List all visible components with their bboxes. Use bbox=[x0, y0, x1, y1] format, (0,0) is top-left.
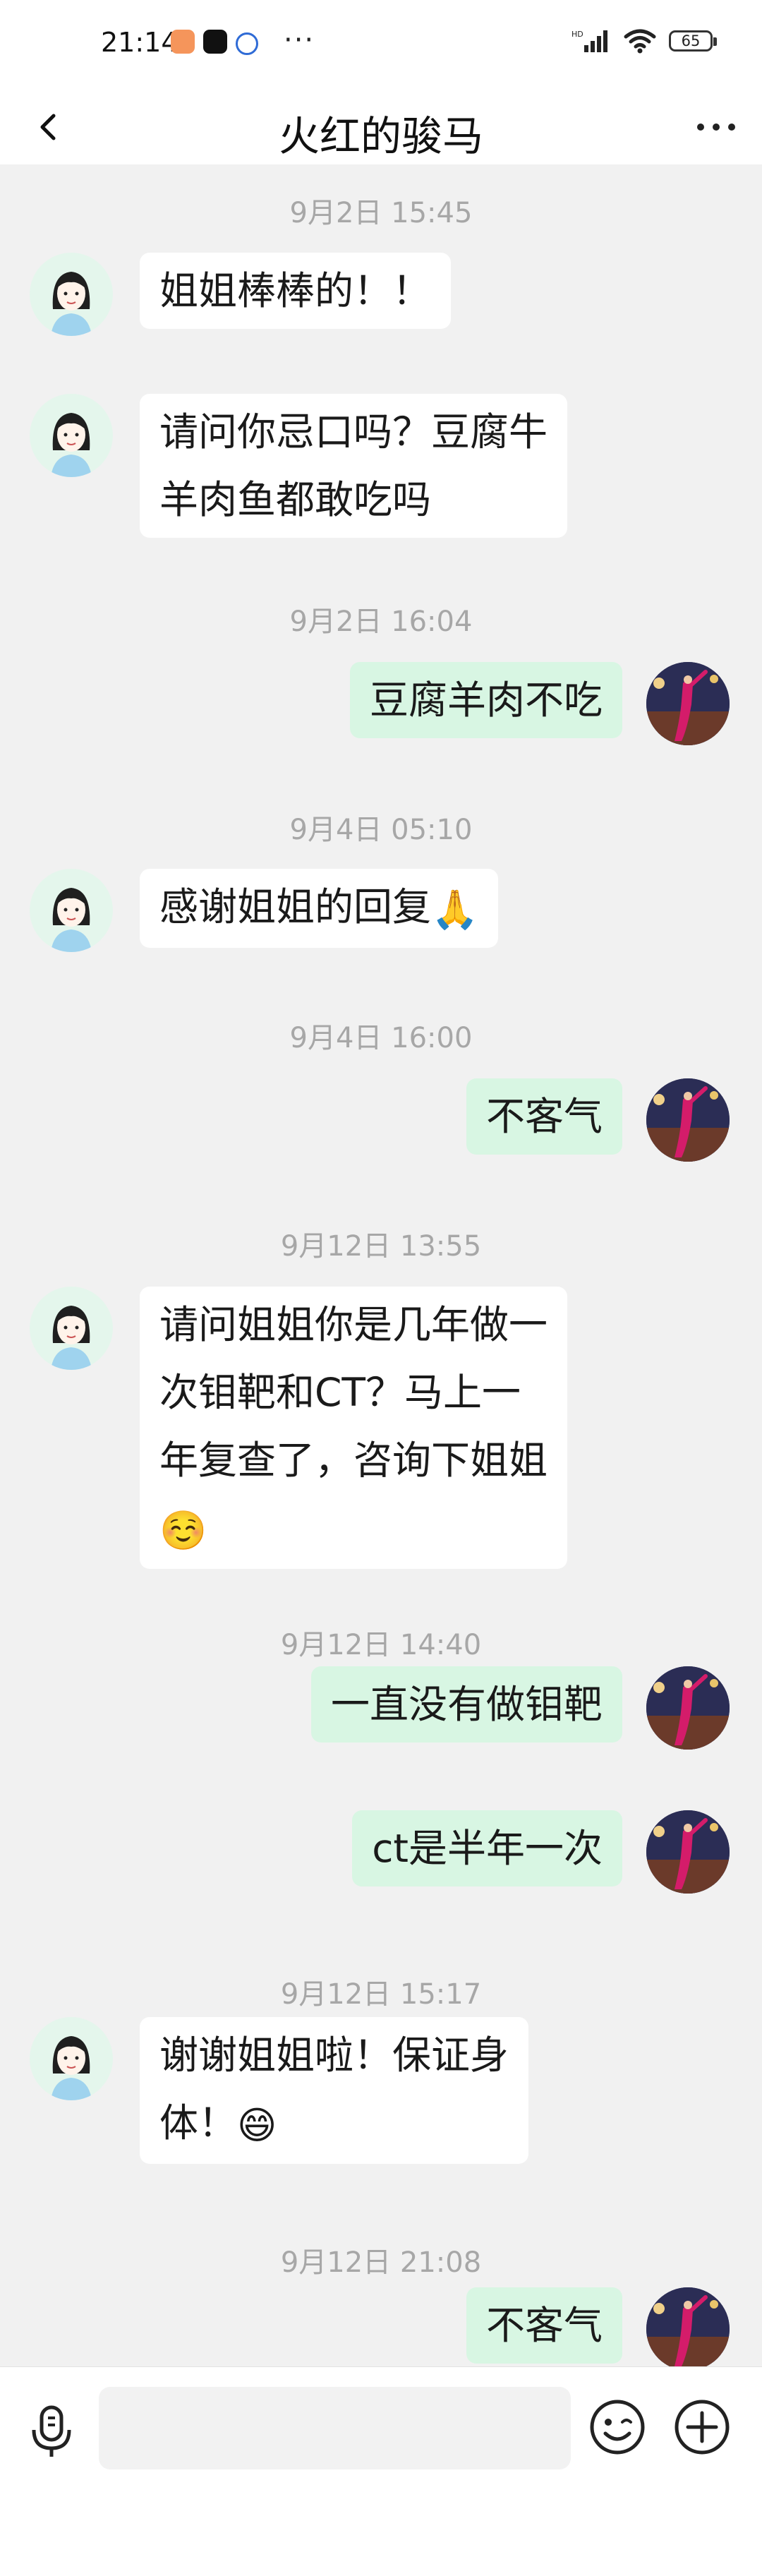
message-text-line: ct是半年一次 bbox=[372, 1826, 603, 1871]
incoming-message-bubble[interactable]: 请问姐姐你是几年做一 次钼靶和CT？马上一 年复查了，咨询下姐姐 ☺️ bbox=[140, 1287, 568, 1569]
plus-button[interactable] bbox=[670, 2395, 734, 2459]
incoming-message-bubble[interactable]: 谢谢姐姐啦！保证身体！ 😄 bbox=[140, 2017, 529, 2164]
notification-icon bbox=[236, 32, 258, 55]
message-text-line: 感谢姐姐的回复🙏 bbox=[159, 873, 478, 944]
status-indicators: HD 65 bbox=[572, 28, 717, 54]
more-notifications-icon: ··· bbox=[284, 24, 315, 56]
user-avatar[interactable] bbox=[646, 1810, 730, 1894]
message-text-line: 一直没有做钼靶 bbox=[330, 1682, 603, 1727]
emoji-button[interactable] bbox=[586, 2395, 649, 2459]
user-avatar[interactable] bbox=[646, 1666, 730, 1750]
status-time: 21:14 bbox=[101, 27, 179, 58]
timestamp: 9月4日 16:00 bbox=[289, 1022, 473, 1054]
contact-avatar[interactable] bbox=[30, 253, 113, 336]
message-text-line: 谢谢姐姐啦！保证身 bbox=[159, 2033, 509, 2078]
timestamp: 9月2日 15:45 bbox=[289, 197, 473, 229]
bottom-safe-area bbox=[0, 2490, 762, 2576]
notification-app-icon bbox=[171, 30, 195, 54]
tiktok-icon bbox=[203, 30, 227, 54]
message-text-line: 豆腐羊肉不吃 bbox=[369, 678, 603, 723]
timestamp: 9月12日 14:40 bbox=[280, 1629, 482, 1661]
timestamp: 9月12日 15:17 bbox=[280, 1978, 482, 2011]
timestamp: 9月4日 05:10 bbox=[289, 814, 473, 846]
message-text-line: 体！ 😄 bbox=[159, 2089, 509, 2160]
user-avatar[interactable] bbox=[646, 662, 730, 745]
message-text-line: 不客气 bbox=[485, 2303, 603, 2348]
user-avatar[interactable] bbox=[646, 2287, 730, 2366]
voice-input-button[interactable] bbox=[20, 2399, 83, 2462]
user-avatar[interactable] bbox=[646, 1078, 730, 1162]
message-text-line: 羊肉鱼都敢吃吗 bbox=[159, 477, 432, 522]
chat-message-list[interactable]: 9月2日 15:45 姐姐棒棒的！！ 请问你忌口吗？豆腐牛 羊肉鱼都敢吃吗 9月2日 1… bbox=[0, 164, 762, 2366]
cellular-signal-icon: HD bbox=[572, 30, 607, 52]
hd-label: HD bbox=[572, 30, 583, 39]
more-options-button[interactable] bbox=[691, 106, 741, 148]
emoji-icon: 🙏 bbox=[431, 886, 479, 932]
timestamp: 9月2日 16:04 bbox=[289, 606, 473, 638]
outgoing-message-bubble[interactable]: 不客气 bbox=[466, 1078, 622, 1155]
message-text-line: 请问你忌口吗？豆腐牛 bbox=[159, 409, 548, 455]
message-text-line: 不客气 bbox=[485, 1094, 603, 1139]
status-bar: 21:14 ··· HD 65 bbox=[0, 0, 762, 90]
emoji-icon: 😄 bbox=[237, 2102, 277, 2148]
contact-avatar[interactable] bbox=[30, 2017, 113, 2100]
battery-icon: 65 bbox=[669, 30, 717, 52]
incoming-message-bubble[interactable]: 感谢姐姐的回复🙏 bbox=[140, 869, 499, 948]
incoming-message-bubble[interactable]: 姐姐棒棒的！！ bbox=[140, 253, 452, 329]
outgoing-message-bubble[interactable]: 不客气 bbox=[466, 2287, 622, 2364]
contact-avatar[interactable] bbox=[30, 869, 113, 952]
outgoing-message-bubble[interactable]: ct是半年一次 bbox=[352, 1810, 622, 1886]
contact-avatar[interactable] bbox=[30, 394, 113, 477]
emoji-icon: ☺️ bbox=[159, 1507, 207, 1553]
message-text-line: 请问姐姐你是几年做一 bbox=[159, 1302, 548, 1347]
chat-header: 火红的骏马 bbox=[0, 90, 762, 164]
input-bar bbox=[0, 2366, 762, 2491]
message-text-line: 次钼靶和CT？马上一 bbox=[159, 1370, 521, 1415]
outgoing-message-bubble[interactable]: 豆腐羊肉不吃 bbox=[349, 662, 622, 738]
message-text-line: 姐姐棒棒的！！ bbox=[159, 268, 432, 313]
timestamp: 9月12日 21:08 bbox=[280, 2246, 482, 2279]
chat-title: 火红的骏马 bbox=[278, 112, 483, 160]
outgoing-message-bubble[interactable]: 一直没有做钼靶 bbox=[310, 1666, 622, 1743]
wifi-icon bbox=[624, 29, 656, 54]
message-text-line: 年复查了，咨询下姐姐 bbox=[159, 1438, 548, 1483]
incoming-message-bubble[interactable]: 请问你忌口吗？豆腐牛 羊肉鱼都敢吃吗 bbox=[140, 394, 568, 538]
timestamp: 9月12日 13:55 bbox=[280, 1230, 482, 1263]
contact-avatar[interactable] bbox=[30, 1287, 113, 1370]
message-input[interactable] bbox=[99, 2387, 571, 2469]
